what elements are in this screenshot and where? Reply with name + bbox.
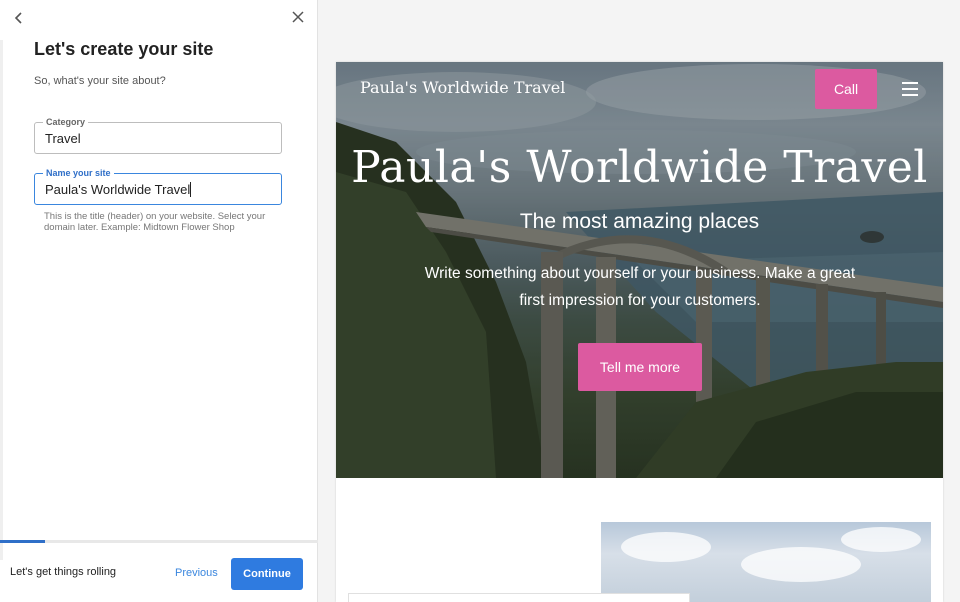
- setup-panel: Let's create your site So, what's your s…: [0, 0, 318, 602]
- text-caret: [190, 182, 191, 197]
- site-preview: Paula's Worldwide Travel Call Paula's Wo…: [336, 62, 943, 602]
- category-label: Category: [43, 115, 89, 129]
- lower-section-card: [348, 593, 690, 602]
- page-title: Let's create your site: [34, 39, 214, 59]
- chevron-left-icon[interactable]: [10, 9, 28, 27]
- continue-button[interactable]: Continue: [231, 558, 303, 590]
- page-subtitle: So, what's your site about?: [34, 75, 166, 87]
- category-field[interactable]: Category: [34, 115, 282, 154]
- hero-title: Paula's Worldwide Travel: [351, 142, 928, 193]
- previous-button[interactable]: Previous: [175, 567, 218, 579]
- hero-subtitle: The most amazing places: [519, 210, 760, 233]
- hero-section: Paula's Worldwide Travel Call Paula's Wo…: [336, 62, 943, 478]
- site-name-field[interactable]: Name your site: [34, 166, 282, 205]
- close-icon[interactable]: [290, 9, 306, 25]
- hero-description: Write something about yourself or your b…: [424, 265, 856, 309]
- hamburger-menu-icon[interactable]: [902, 82, 918, 96]
- call-button[interactable]: Call: [815, 69, 877, 109]
- site-name-hint: This is the title (header) on your websi…: [44, 211, 266, 233]
- footer-status-text: Let's get things rolling: [10, 566, 117, 578]
- lower-section-image: [601, 522, 931, 602]
- tell-me-more-button[interactable]: Tell me more: [578, 343, 702, 391]
- progress-bar: [0, 540, 318, 543]
- site-name-label: Name your site: [43, 166, 114, 180]
- progress-fill: [0, 540, 45, 543]
- site-logo-text[interactable]: Paula's Worldwide Travel: [360, 78, 565, 97]
- panel-edge: [0, 40, 3, 560]
